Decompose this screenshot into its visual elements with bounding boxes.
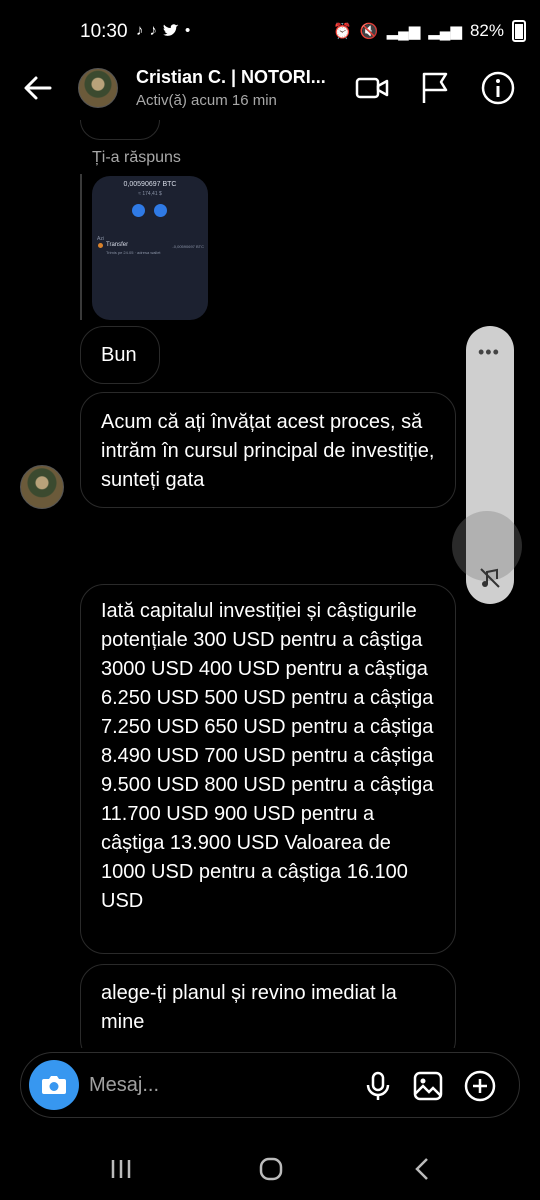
notification-icons: ♪ ♪ • xyxy=(136,22,190,39)
message-bubble[interactable]: alege-ți planul și revino imediat la min… xyxy=(80,964,456,1048)
receive-icon xyxy=(154,204,167,217)
reply-image-thumbnail[interactable]: 0,00590697 BTC ≈ 174,41 $ Azi Transfer T… xyxy=(92,176,208,320)
mute-icon: 🔇 xyxy=(359,23,379,40)
thumb-section: Azi xyxy=(97,236,104,242)
recent-apps-icon[interactable] xyxy=(106,1154,136,1184)
add-icon[interactable] xyxy=(463,1069,497,1103)
music-off-icon[interactable] xyxy=(478,566,502,590)
contact-name[interactable]: Cristian C. | NOTORI... xyxy=(136,67,326,88)
thumb-sub: ≈ 174,41 $ xyxy=(138,191,162,197)
chat-header: Cristian C. | NOTORI... Activ(ă) acum 16… xyxy=(0,64,540,120)
system-nav-bar xyxy=(0,1134,540,1200)
microphone-icon[interactable] xyxy=(361,1069,395,1103)
thumb-tx-title: Transfer xyxy=(106,242,129,248)
dot-icon: • xyxy=(185,22,191,39)
status-time: 10:30 xyxy=(80,21,128,42)
camera-icon xyxy=(42,1076,66,1094)
message-list[interactable]: Ți-a răspuns 0,00590697 BTC ≈ 174,41 $ A… xyxy=(0,120,540,1048)
back-arrow-icon[interactable] xyxy=(20,70,56,106)
info-icon[interactable] xyxy=(480,70,516,106)
battery-icon xyxy=(512,20,526,42)
alarm-icon: ⏰ xyxy=(333,23,352,40)
gallery-icon[interactable] xyxy=(411,1069,445,1103)
tiktok-icon: ♪ xyxy=(136,22,144,39)
bitcoin-icon xyxy=(98,243,103,248)
battery-percent: 82% xyxy=(469,21,504,40)
twitter-icon xyxy=(163,23,179,36)
signal-icon: ▂▄▆ xyxy=(428,23,462,40)
message-composer xyxy=(20,1052,520,1118)
message-bubble[interactable]: Bun xyxy=(80,326,160,384)
message-bubble[interactable] xyxy=(80,120,160,140)
thumb-tx-sub: Trimis pe 24.05 · adresa wallet xyxy=(106,250,161,255)
avatar[interactable] xyxy=(78,68,118,108)
signal-icon: ▂▄▆ xyxy=(386,23,421,40)
send-icon xyxy=(132,204,145,217)
message-bubble[interactable]: Iată capitalul investiției și câștiguril… xyxy=(80,584,456,954)
message-bubble[interactable]: Acum că ați învățat acest proces, să int… xyxy=(80,392,456,508)
back-icon[interactable] xyxy=(408,1154,438,1184)
camera-button[interactable] xyxy=(29,1060,79,1110)
home-icon[interactable] xyxy=(256,1154,286,1184)
message-input[interactable] xyxy=(89,1067,349,1103)
tiktok-icon: ♪ xyxy=(149,22,158,39)
reply-label: Ți-a răspuns xyxy=(92,149,181,166)
more-icon[interactable]: ••• xyxy=(478,342,500,363)
flag-icon[interactable] xyxy=(418,70,454,106)
avatar[interactable] xyxy=(20,465,64,509)
reply-indicator xyxy=(80,174,82,320)
active-status: Activ(ă) acum 16 min xyxy=(136,92,277,109)
system-icons: ⏰ 🔇 ▂▄▆ ▂▄▆ 82% xyxy=(333,20,526,42)
video-call-icon[interactable] xyxy=(354,70,390,106)
status-bar: 10:30 ♪ ♪ • ⏰ 🔇 ▂▄▆ ▂▄▆ 82% xyxy=(0,0,540,64)
thumb-amount: 0,00590697 BTC xyxy=(123,181,177,188)
thumb-tx-amount: -0,00590697 BTC xyxy=(172,244,204,249)
